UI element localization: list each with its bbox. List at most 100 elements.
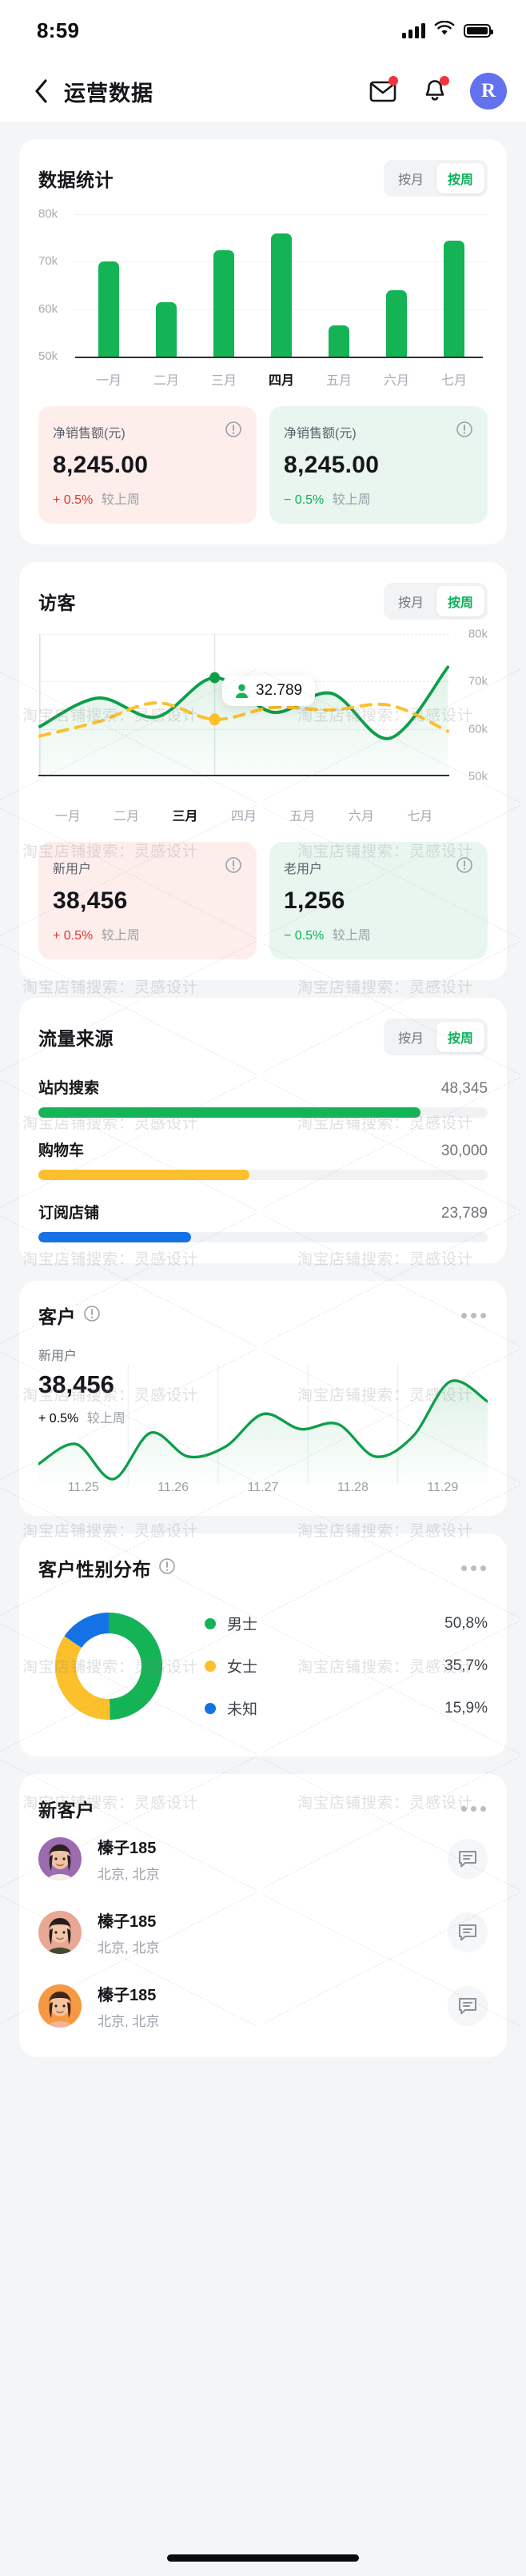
- gender-card-header: 客户性别分布: [38, 1554, 488, 1581]
- new-customers-card: 新客户 榛子185 北京, 北京 榛子185 北京, 北京 榛子185 北京, 北京: [19, 1774, 507, 2057]
- line-chart-x-tick[interactable]: 一月: [38, 805, 97, 824]
- bar-chart-x-tick[interactable]: 五月: [310, 369, 368, 389]
- kpi-compare-label: 较上周: [101, 493, 140, 507]
- kpi-card[interactable]: 净销售额(元) 8,245.00 + 0.5% 较上周: [38, 406, 257, 524]
- stats-range-segment[interactable]: 按月 按周: [383, 160, 488, 197]
- line-chart-y-tick: 80k: [468, 627, 488, 641]
- bar-chart-y-tick: 60k: [38, 301, 58, 316]
- list-item[interactable]: 榛子185 北京, 北京: [38, 1822, 488, 1896]
- bar-chart-x-tick[interactable]: 七月: [425, 369, 483, 389]
- traffic-progress-track: [38, 1170, 488, 1180]
- customer-card-title: 客户: [38, 1306, 76, 1327]
- kpi-value: 8,245.00: [284, 452, 380, 478]
- segment-by-month[interactable]: 按月: [387, 163, 435, 193]
- person-location: 北京, 北京: [98, 2014, 160, 2029]
- stats-card: 数据统计 按月 按周 80k 70k 60k 50k 一月 二月 三月 四月 五月 六月 七月 净…: [19, 139, 507, 544]
- line-chart-y-tick: 70k: [468, 674, 488, 688]
- segment-by-week[interactable]: 按周: [436, 586, 484, 616]
- traffic-row-name: 购物车: [38, 1142, 85, 1159]
- donut-segment[interactable]: [55, 1635, 110, 1720]
- bar[interactable]: [444, 240, 464, 357]
- legend-label: 男士: [227, 1617, 258, 1633]
- legend-row[interactable]: 未知 15,9%: [205, 1687, 488, 1729]
- bar-chart-x-tick[interactable]: 三月: [195, 369, 253, 389]
- list-item[interactable]: 榛子185 北京, 北京: [38, 1969, 488, 2043]
- kpi-value: 38,456: [53, 887, 128, 914]
- line-chart-x-tick[interactable]: 六月: [332, 805, 390, 824]
- line-chart-baseline: [38, 775, 449, 776]
- visitors-card-header: 访客 按月 按周: [38, 583, 488, 620]
- legend-label: 女士: [227, 1659, 258, 1676]
- legend-row[interactable]: 男士 50,8%: [205, 1602, 488, 1645]
- kpi-delta-value: − 0.5%: [284, 929, 325, 943]
- donut-segment[interactable]: [108, 1612, 162, 1720]
- segment-by-month[interactable]: 按月: [387, 1022, 435, 1052]
- bar[interactable]: [329, 325, 349, 357]
- more-horizontal-icon[interactable]: [460, 1308, 488, 1323]
- segment-by-week[interactable]: 按周: [436, 1022, 484, 1052]
- more-horizontal-icon[interactable]: [460, 1801, 488, 1816]
- status-bar: 8:59: [0, 0, 526, 61]
- line-data-point[interactable]: [209, 672, 220, 684]
- info-icon[interactable]: [456, 421, 473, 442]
- bar[interactable]: [98, 261, 119, 357]
- traffic-row-name: 站内搜索: [38, 1080, 100, 1097]
- bar-slot: [253, 233, 310, 357]
- avatar: [38, 1911, 82, 1954]
- info-icon[interactable]: [158, 1557, 176, 1579]
- info-icon[interactable]: [456, 856, 473, 878]
- customer-kpi-delta: + 0.5% 较上周: [38, 1407, 488, 1426]
- bar-chart-x-tick[interactable]: 二月: [137, 369, 195, 389]
- kpi-compare-label: 较上周: [101, 929, 140, 943]
- kpi-label: 新用户: [53, 862, 92, 876]
- legend-color-dot: [205, 1660, 216, 1672]
- page-title: 运营数据: [64, 81, 153, 106]
- chat-icon[interactable]: [448, 1912, 488, 1952]
- visitors-range-segment[interactable]: 按月 按周: [383, 583, 488, 620]
- bar-chart-x-tick[interactable]: 六月: [368, 369, 425, 389]
- more-horizontal-icon[interactable]: [460, 1561, 488, 1576]
- kpi-card[interactable]: 新用户 38,456 + 0.5% 较上周: [38, 842, 257, 959]
- traffic-row[interactable]: 站内搜索 48,345: [38, 1076, 488, 1118]
- line-chart-x-tick[interactable]: 二月: [97, 805, 155, 824]
- list-item[interactable]: 榛子185 北京, 北京: [38, 1896, 488, 1969]
- traffic-row[interactable]: 订阅店铺 23,789: [38, 1201, 488, 1242]
- kpi-card[interactable]: 净销售额(元) 8,245.00 − 0.5% 较上周: [269, 406, 488, 524]
- segment-by-week[interactable]: 按周: [436, 163, 484, 193]
- donut-legend: 男士 50,8% 女士 35,7% 未知 15,9%: [205, 1602, 488, 1729]
- line-chart-x-tick[interactable]: 三月: [156, 805, 214, 824]
- bar-chart-x-axis: 一月 二月 三月 四月 五月 六月 七月: [80, 369, 488, 389]
- bar-chart: 80k 70k 60k 50k: [38, 207, 488, 363]
- bar[interactable]: [386, 289, 407, 357]
- info-icon[interactable]: [225, 856, 242, 878]
- bar-slot: [195, 249, 253, 357]
- donut-segment[interactable]: [64, 1612, 110, 1649]
- customer-compare-label: 较上周: [86, 1412, 126, 1426]
- info-icon[interactable]: [225, 421, 242, 442]
- kpi-card[interactable]: 老用户 1,256 − 0.5% 较上周: [269, 842, 488, 959]
- back-button[interactable]: [27, 77, 56, 106]
- traffic-row[interactable]: 购物车 30,000: [38, 1138, 488, 1180]
- line-chart-x-tick[interactable]: 七月: [391, 805, 449, 824]
- bell-icon[interactable]: [419, 75, 451, 107]
- legend-row[interactable]: 女士 35,7%: [205, 1645, 488, 1687]
- bar-chart-x-tick[interactable]: 四月: [253, 369, 310, 389]
- new-customers-list: 榛子185 北京, 北京 榛子185 北京, 北京 榛子185 北京, 北京: [38, 1822, 488, 2043]
- bar[interactable]: [156, 301, 177, 357]
- info-icon[interactable]: [83, 1305, 101, 1326]
- bar[interactable]: [271, 233, 292, 357]
- customer-kpi: 新用户 38,456 + 0.5% 较上周: [38, 1345, 488, 1426]
- traffic-range-segment[interactable]: 按月 按周: [383, 1019, 488, 1055]
- bar-chart-x-tick[interactable]: 一月: [80, 369, 137, 389]
- line-chart-x-tick[interactable]: 五月: [273, 805, 332, 824]
- bar[interactable]: [213, 249, 234, 357]
- avatar[interactable]: R: [470, 73, 507, 110]
- stats-card-header: 数据统计 按月 按周: [38, 160, 488, 197]
- line-data-point[interactable]: [209, 713, 221, 726]
- line-chart-x-tick[interactable]: 四月: [214, 805, 273, 824]
- chat-icon[interactable]: [448, 1839, 488, 1879]
- segment-by-month[interactable]: 按月: [387, 586, 435, 616]
- mail-icon[interactable]: [368, 75, 400, 107]
- chat-icon[interactable]: [448, 1986, 488, 2026]
- legend-value: 50,8%: [444, 1614, 488, 1632]
